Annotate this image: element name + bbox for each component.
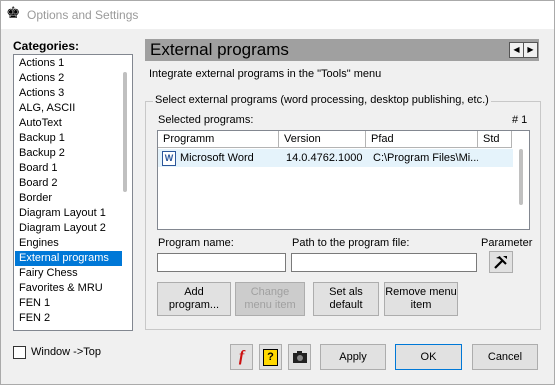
group-title: Select external programs (word processin… xyxy=(153,94,491,106)
cancel-button[interactable]: Cancel xyxy=(472,344,538,370)
category-item[interactable]: ALG, ASCII xyxy=(15,101,122,116)
table-scrollbar[interactable] xyxy=(515,149,528,228)
category-item[interactable]: External programs xyxy=(15,251,122,266)
chess-king-icon: ♚ xyxy=(6,5,21,22)
panel-header: External programs xyxy=(145,39,539,61)
program-name-input[interactable] xyxy=(157,253,286,272)
add-program-button[interactable]: Add program... xyxy=(157,282,231,316)
column-header-program[interactable]: Programm xyxy=(158,131,279,148)
category-item[interactable]: Backup 2 xyxy=(15,146,122,161)
panel-title: External programs xyxy=(150,40,289,59)
cell-path: C:\Program Files\Mi... xyxy=(373,152,478,164)
tools-icon xyxy=(494,256,507,269)
category-item[interactable]: Board 1 xyxy=(15,161,122,176)
path-label: Path to the program file: xyxy=(292,237,410,249)
category-item[interactable]: Favorites & MRU xyxy=(15,281,122,296)
column-header-version[interactable]: Version xyxy=(279,131,366,148)
category-item[interactable]: Diagram Layout 1 xyxy=(15,206,122,221)
program-count: # 1 xyxy=(512,114,528,126)
window-title: Options and Settings xyxy=(27,8,139,22)
title-bar: ♚ Options and Settings xyxy=(1,1,554,29)
category-item[interactable]: Backup 1 xyxy=(15,131,122,146)
change-menu-item-button[interactable]: Change menu item xyxy=(235,282,305,316)
category-item[interactable]: Diagram Layout 2 xyxy=(15,221,122,236)
parameter-button[interactable] xyxy=(489,251,513,273)
category-item[interactable]: FEN 1 xyxy=(15,296,122,311)
macromedia-button[interactable]: f xyxy=(230,344,253,370)
selected-programs-label: Selected programs: xyxy=(158,114,254,126)
category-item[interactable]: Border xyxy=(15,191,122,206)
column-header-path[interactable]: Pfad xyxy=(366,131,478,148)
column-header-std[interactable]: Std xyxy=(478,131,512,148)
cell-version: 14.0.4762.1000 xyxy=(286,152,363,164)
category-item[interactable]: Board 2 xyxy=(15,176,122,191)
screenshot-button[interactable] xyxy=(288,344,311,370)
category-item[interactable]: Fairy Chess xyxy=(15,266,122,281)
flash-icon: f xyxy=(238,348,245,365)
categories-list[interactable]: Actions 1 Actions 2 Actions 3 ALG, ASCII Aut… xyxy=(13,54,133,331)
ok-button[interactable]: OK xyxy=(395,344,462,370)
help-button[interactable]: ? xyxy=(259,344,282,370)
word-document-icon: W xyxy=(162,151,176,166)
category-item[interactable]: AutoText xyxy=(15,116,122,131)
prev-page-button[interactable]: ◀ xyxy=(509,42,524,58)
scrollbar-thumb[interactable] xyxy=(123,72,127,192)
window-top-label: Window ->Top xyxy=(31,346,102,358)
table-scrollbar-thumb[interactable] xyxy=(519,149,523,205)
panel-subtitle: Integrate external programs in the "Tool… xyxy=(149,68,382,80)
set-default-button[interactable]: Set als default xyxy=(313,282,379,316)
window-top-checkbox[interactable] xyxy=(13,346,26,359)
category-item[interactable]: Actions 2 xyxy=(15,71,122,86)
categories-label: Categories: xyxy=(13,39,80,53)
category-item[interactable]: FEN 2 xyxy=(15,311,122,326)
apply-button[interactable]: Apply xyxy=(320,344,386,370)
camera-icon xyxy=(292,351,307,363)
help-icon: ? xyxy=(263,348,278,366)
parameter-label: Parameter xyxy=(481,237,533,249)
category-item[interactable]: Actions 3 xyxy=(15,86,122,101)
programs-table[interactable]: Programm Version Pfad Std W Microsoft Wo… xyxy=(157,130,530,230)
program-name-label: Program name: xyxy=(158,237,234,249)
remove-menu-item-button[interactable]: Remove menu item xyxy=(384,282,458,316)
path-input[interactable] xyxy=(291,253,477,272)
cell-program: Microsoft Word xyxy=(180,152,254,164)
cell-std xyxy=(480,150,512,166)
category-item[interactable]: Engines xyxy=(15,236,122,251)
category-item[interactable]: Actions 1 xyxy=(15,56,122,71)
next-page-button[interactable]: ▶ xyxy=(523,42,538,58)
